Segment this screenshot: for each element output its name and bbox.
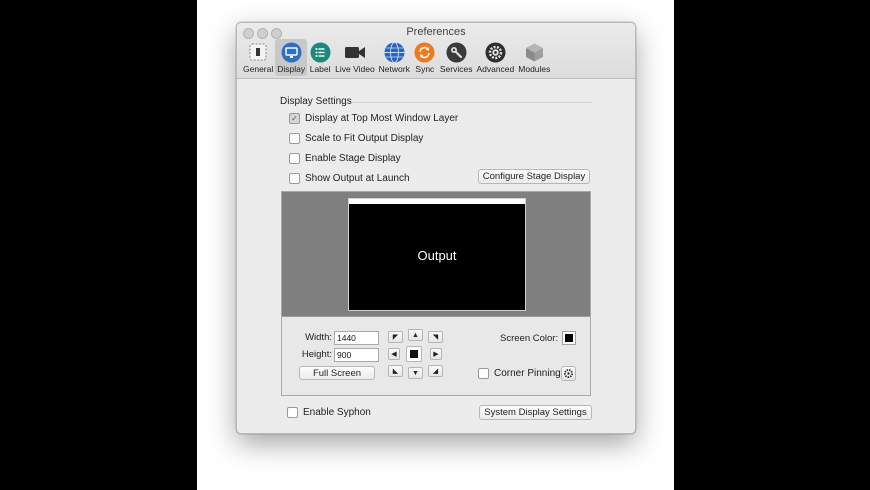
gear-icon [484,41,506,63]
tab-label: Modules [518,64,551,74]
tab-label: Label [309,64,331,74]
window-title: Preferences [406,26,466,38]
height-field[interactable]: 900 [334,348,379,362]
tab-label: Sync [415,64,435,74]
option-corner-pinning[interactable]: Corner Pinning [478,368,561,379]
tab-label: Network [378,64,410,74]
general-icon [247,41,269,63]
stop-square-icon [410,350,418,358]
tab-label: Services [439,64,473,74]
screen-color-label: Screen Color: [500,333,559,344]
label-icon [309,41,331,63]
preferences-toolbar: General Display Label Live Video Network… [241,39,552,76]
color-swatch [565,334,573,342]
video-camera-icon [344,41,366,63]
tab-modules[interactable]: Modules [516,39,552,76]
section-divider [352,102,592,103]
letterbox-right [674,0,870,490]
option-show-output-launch[interactable]: Show Output at Launch [289,173,410,184]
wrench-icon [445,41,467,63]
center-button[interactable] [406,346,422,362]
tab-sync[interactable]: Sync [412,39,438,76]
preferences-window: Preferences General Display Label Live V… [236,22,636,434]
section-title: Display Settings [280,96,352,107]
display-config-panel: Output Width: 1440 Height: 900 Full Scre… [281,191,591,396]
checkbox[interactable] [287,407,298,418]
nudge-down-left-button[interactable]: ◣ [388,365,403,377]
output-screen[interactable]: Output [348,198,526,311]
tab-label: Display [277,64,306,74]
nudge-left-button[interactable]: ◀ [388,348,400,360]
nudge-down-button[interactable]: ▼ [408,367,423,379]
checkbox[interactable] [289,173,300,184]
output-preview: Output [282,192,590,316]
option-label: Enable Syphon [303,407,371,418]
option-label: Show Output at Launch [305,173,410,184]
tab-display[interactable]: Display [275,39,308,76]
tab-general[interactable]: General [241,39,275,76]
nudge-down-right-button[interactable]: ◢ [428,365,443,377]
option-label: Scale to Fit Output Display [305,133,424,144]
tab-label-settings[interactable]: Label [307,39,333,76]
tab-advanced[interactable]: Advanced [474,39,516,76]
configure-stage-display-button[interactable]: Configure Stage Display [478,169,590,184]
output-label: Output [417,248,457,263]
width-field[interactable]: 1440 [334,331,379,345]
checkbox[interactable] [289,153,300,164]
tab-label: Advanced [476,64,515,74]
cube-icon [523,41,545,63]
full-screen-button[interactable]: Full Screen [299,366,375,380]
gear-icon [564,369,573,378]
tab-network[interactable]: Network [377,39,412,76]
tab-services[interactable]: Services [438,39,475,76]
nudge-up-left-button[interactable]: ◤ [388,331,403,343]
globe-icon [383,41,405,63]
tab-label: Live Video [335,64,375,74]
checkbox-checked[interactable]: ✓ [289,113,300,124]
checkbox[interactable] [478,368,489,379]
nudge-right-button[interactable]: ▶ [430,348,442,360]
tab-label: General [243,64,274,74]
option-top-most-layer[interactable]: ✓ Display at Top Most Window Layer [289,113,458,124]
option-label: Corner Pinning [494,368,561,379]
corner-pinning-settings-button[interactable] [561,366,576,381]
option-label: Enable Stage Display [305,153,401,164]
nudge-up-button[interactable]: ▲ [408,329,423,341]
display-icon [280,41,302,63]
screen-color-well[interactable] [562,331,576,345]
height-label: Height: [301,349,332,360]
option-enable-stage[interactable]: Enable Stage Display [289,153,401,164]
option-enable-syphon[interactable]: Enable Syphon [287,407,371,418]
title-bar: Preferences General Display Label Live V… [237,23,635,79]
option-label: Display at Top Most Window Layer [305,113,459,124]
option-scale-to-fit[interactable]: Scale to Fit Output Display [289,133,423,144]
nudge-up-right-button[interactable]: ◥ [428,331,443,343]
tab-live-video[interactable]: Live Video [333,39,377,76]
letterbox-left [0,0,197,490]
preview-divider [282,316,590,317]
output-menu-bar [349,199,525,204]
width-label: Width: [305,332,332,343]
checkbox[interactable] [289,133,300,144]
system-display-settings-button[interactable]: System Display Settings [479,405,592,420]
sync-icon [414,41,436,63]
